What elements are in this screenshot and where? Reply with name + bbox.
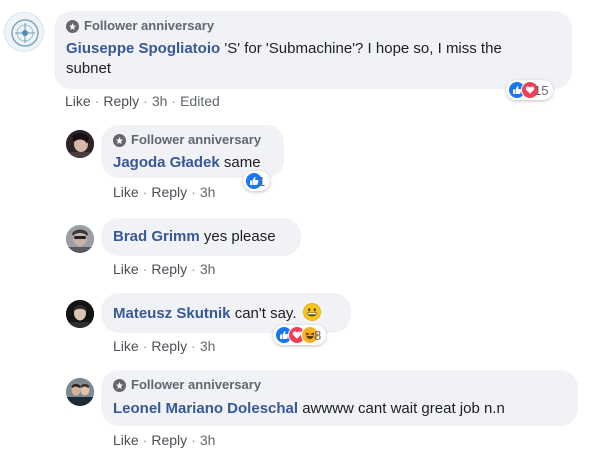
separator: · xyxy=(142,338,148,354)
reply-button[interactable]: Reply xyxy=(103,93,139,109)
reaction-summary[interactable]: 1 xyxy=(243,171,271,191)
comment-author[interactable]: Jagoda Gładek xyxy=(113,154,220,171)
separator: · xyxy=(142,184,148,200)
timestamp[interactable]: 3h xyxy=(200,432,216,448)
separator: · xyxy=(94,93,100,109)
comment-bubble: Follower anniversary Giuseppe Spogliatoi… xyxy=(54,11,572,89)
separator: · xyxy=(191,338,196,354)
comment-author[interactable]: Leonel Mariano Doleschal xyxy=(113,400,298,417)
badge-icon xyxy=(113,133,126,147)
badge-label: Follower anniversary xyxy=(131,132,262,147)
comment-text: same xyxy=(223,154,261,171)
reaction-count: 8 xyxy=(314,327,322,343)
separator: · xyxy=(143,93,148,109)
comment-text: yes please xyxy=(203,228,276,245)
separator: · xyxy=(171,93,177,109)
comment-bubble: Follower anniversary Leonel Mariano Dole… xyxy=(101,370,578,426)
comment-text: awwww cant wait great job n.n xyxy=(302,400,505,417)
comment-text: can't say. xyxy=(234,305,297,322)
timestamp[interactable]: 3h xyxy=(200,184,216,200)
comment-bubble: Brad Grimm yes please xyxy=(101,218,301,256)
reply-button[interactable]: Reply xyxy=(151,184,187,200)
like-button[interactable]: Like xyxy=(113,432,139,448)
timestamp[interactable]: 3h xyxy=(200,261,216,277)
comment-author[interactable]: Mateusz Skutnik xyxy=(113,305,231,322)
reply-button[interactable]: Reply xyxy=(151,432,187,448)
avatar[interactable] xyxy=(66,130,94,158)
separator: · xyxy=(142,261,148,277)
avatar[interactable] xyxy=(66,225,94,253)
comment-actions: Like · Reply · 3h xyxy=(113,260,215,278)
comment-author[interactable]: Brad Grimm xyxy=(113,228,200,245)
badge-icon xyxy=(66,19,79,33)
badge-icon xyxy=(113,378,126,392)
like-button[interactable]: Like xyxy=(65,93,91,109)
timestamp[interactable]: 3h xyxy=(200,338,216,354)
follower-anniversary-badge: Follower anniversary xyxy=(113,376,566,394)
follower-anniversary-badge: Follower anniversary xyxy=(113,131,272,149)
comment-actions: Like · Reply · 3h xyxy=(113,183,215,201)
comment-actions: Like · Reply · 3h xyxy=(113,431,215,449)
edited-label[interactable]: Edited xyxy=(180,93,220,109)
separator: · xyxy=(191,261,196,277)
reaction-count: 15 xyxy=(534,82,549,98)
like-button[interactable]: Like xyxy=(113,338,139,354)
reaction-summary[interactable]: 15 xyxy=(506,80,554,100)
comment-author[interactable]: Giuseppe Spogliatoio xyxy=(66,40,220,57)
badge-label: Follower anniversary xyxy=(84,18,215,33)
reply-button[interactable]: Reply xyxy=(151,338,187,354)
avatar[interactable] xyxy=(4,12,44,52)
comment-actions: Like · Reply · 3h xyxy=(113,337,215,355)
avatar[interactable] xyxy=(66,378,94,406)
separator: · xyxy=(191,184,196,200)
badge-label: Follower anniversary xyxy=(131,377,262,392)
like-button[interactable]: Like xyxy=(113,184,139,200)
reply-button[interactable]: Reply xyxy=(151,261,187,277)
separator: · xyxy=(142,432,148,448)
follower-anniversary-badge: Follower anniversary xyxy=(66,17,560,35)
comment-actions: Like · Reply · 3h · Edited xyxy=(65,92,220,110)
like-button[interactable]: Like xyxy=(113,261,139,277)
separator: · xyxy=(191,432,196,448)
grinning-face-emoji xyxy=(302,303,321,327)
avatar[interactable] xyxy=(66,300,94,328)
reaction-summary[interactable]: 8 xyxy=(273,325,327,345)
timestamp[interactable]: 3h xyxy=(152,93,168,109)
reaction-count: 1 xyxy=(258,173,266,189)
